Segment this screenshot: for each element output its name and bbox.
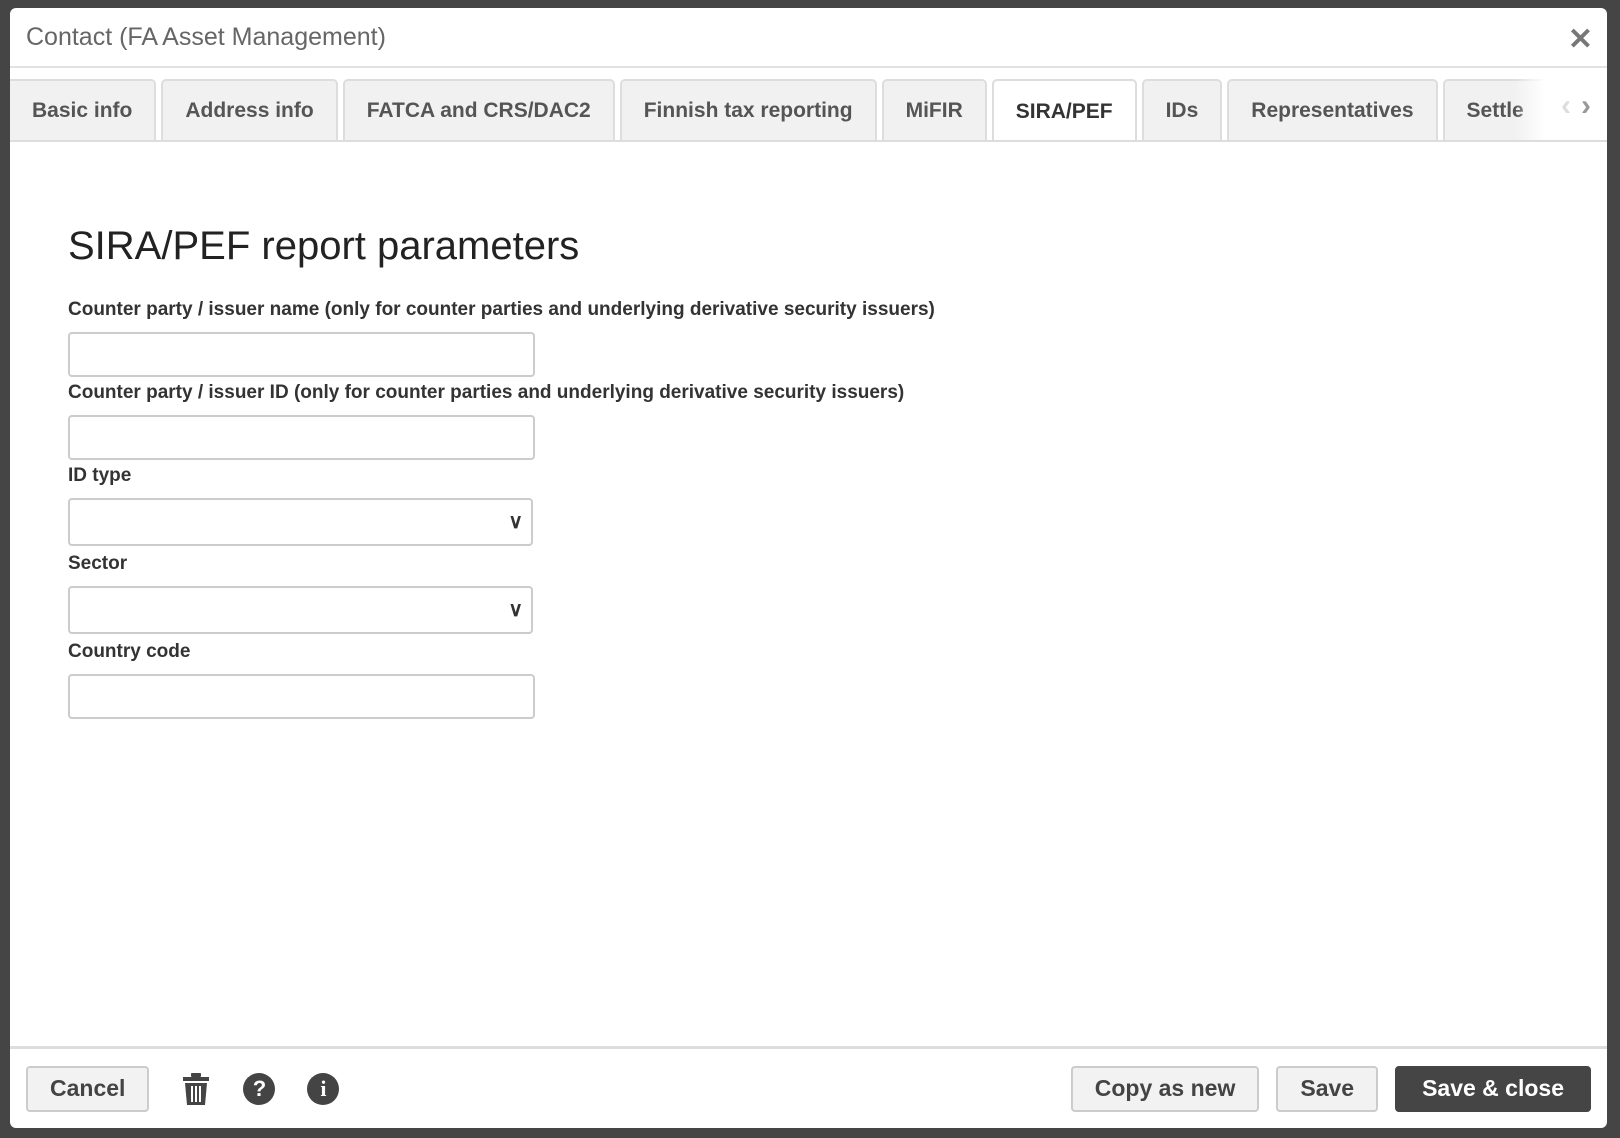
tab-list: Basic info Address info FATCA and CRS/DA…	[10, 72, 1545, 140]
save-close-button[interactable]: Save & close	[1395, 1065, 1591, 1112]
tab-ids[interactable]: IDs	[1141, 79, 1223, 140]
dialog-title: Contact (FA Asset Management)	[26, 22, 386, 51]
page-title: SIRA/PEF report parameters	[68, 224, 580, 268]
chevron-left-icon[interactable]: ‹	[1561, 89, 1571, 123]
sector-select[interactable]: ∨	[68, 586, 533, 634]
sector-label: Sector	[68, 553, 128, 574]
tab-sira-pef[interactable]: SIRA/PEF	[991, 79, 1137, 140]
id-type-label: ID type	[68, 465, 132, 486]
info-icon[interactable]: i	[307, 1072, 340, 1105]
chevron-down-icon: ∨	[508, 511, 523, 533]
tab-representatives[interactable]: Representatives	[1227, 79, 1438, 140]
dialog-footer: Cancel ? i Copy as new Save Save & close	[10, 1046, 1607, 1128]
trash-icon[interactable]	[181, 1072, 211, 1105]
tab-finnish-tax[interactable]: Finnish tax reporting	[619, 79, 877, 140]
help-icon[interactable]: ?	[243, 1072, 276, 1105]
tab-address-info[interactable]: Address info	[161, 79, 338, 140]
tab-scroll-arrows: ‹ ›	[1545, 72, 1607, 140]
tab-basic-info[interactable]: Basic info	[10, 79, 157, 140]
form-content: SIRA/PEF report parameters Counter party…	[68, 144, 935, 724]
counterparty-id-input[interactable]	[68, 415, 535, 460]
chevron-down-icon: ∨	[508, 599, 523, 621]
title-bar: Contact (FA Asset Management) ✕	[10, 8, 1607, 68]
tab-bar: Basic info Address info FATCA and CRS/DA…	[10, 72, 1607, 142]
contact-dialog: Contact (FA Asset Management) ✕ Basic in…	[10, 8, 1607, 1128]
tab-fatca-crs[interactable]: FATCA and CRS/DAC2	[342, 79, 615, 140]
close-icon[interactable]: ✕	[1568, 22, 1593, 57]
country-code-input[interactable]	[68, 674, 535, 719]
counterparty-name-label: Counter party / issuer name (only for co…	[68, 299, 935, 320]
id-type-select[interactable]: ∨	[68, 498, 533, 546]
chevron-right-icon[interactable]: ›	[1581, 89, 1591, 123]
tab-mifir[interactable]: MiFIR	[881, 79, 987, 140]
save-button[interactable]: Save	[1276, 1065, 1379, 1112]
counterparty-name-input[interactable]	[68, 332, 535, 377]
counterparty-id-label: Counter party / issuer ID (only for coun…	[68, 382, 905, 403]
tab-settlement[interactable]: Settle	[1442, 79, 1545, 140]
country-code-label: Country code	[68, 641, 191, 662]
copy-as-new-button[interactable]: Copy as new	[1070, 1065, 1260, 1112]
cancel-button[interactable]: Cancel	[26, 1065, 150, 1112]
